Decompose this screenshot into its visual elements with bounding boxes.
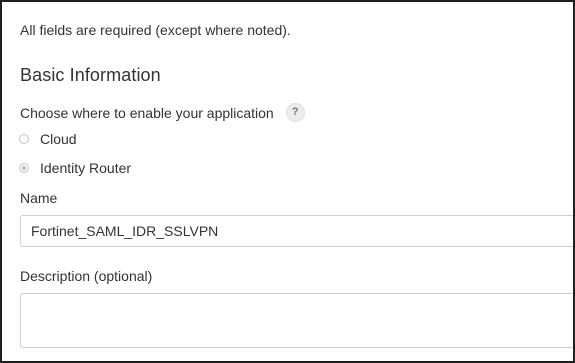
section-title: Basic Information — [20, 65, 161, 85]
name-input[interactable] — [20, 215, 573, 247]
radio-cloud-label: Cloud — [40, 131, 77, 147]
radio-option-cloud[interactable]: Cloud — [19, 131, 77, 147]
description-textarea[interactable] — [20, 293, 573, 348]
radio-cloud[interactable] — [19, 134, 29, 144]
radio-identity-router-label: Identity Router — [40, 160, 132, 176]
radio-option-identity-router[interactable]: Identity Router — [19, 160, 131, 176]
form-panel: All fields are required (except where no… — [0, 0, 575, 363]
help-icon[interactable]: ? — [285, 103, 305, 122]
name-label: Name — [20, 190, 58, 206]
required-fields-note: All fields are required (except where no… — [20, 22, 291, 38]
radio-identity-router[interactable] — [19, 163, 29, 173]
description-label: Description (optional) — [20, 268, 153, 284]
enable-location-question: Choose where to enable your application … — [20, 103, 305, 122]
enable-location-label: Choose where to enable your application — [20, 104, 274, 121]
